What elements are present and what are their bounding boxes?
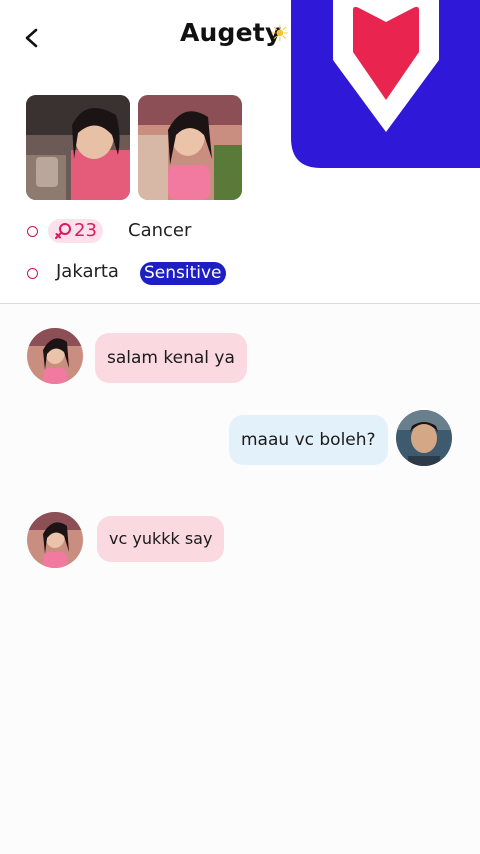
city-label: Jakarta bbox=[56, 261, 119, 282]
chevron-left-icon bbox=[25, 28, 38, 48]
sender-avatar[interactable] bbox=[27, 512, 83, 568]
message-bubble-incoming: vc yukkk say bbox=[97, 516, 225, 562]
profile-photo-2[interactable] bbox=[138, 95, 242, 200]
back-button[interactable] bbox=[20, 24, 46, 52]
app-logo bbox=[291, 0, 480, 168]
sender-avatar[interactable] bbox=[27, 328, 83, 384]
chat-area bbox=[0, 304, 480, 854]
message-bubble-incoming: salam kenal ya bbox=[95, 333, 247, 383]
bullet-icon bbox=[27, 226, 38, 237]
user-avatar[interactable] bbox=[396, 410, 452, 466]
title-emoji: ☀ bbox=[270, 22, 290, 47]
profile-header: Augety ☀ 23 Cancer Jakarta Sensitive bbox=[0, 0, 480, 300]
zodiac-label: Cancer bbox=[128, 220, 192, 241]
heart-shield-logo-icon bbox=[291, 0, 480, 168]
profile-photo-1[interactable] bbox=[26, 95, 130, 200]
female-symbol-icon bbox=[55, 223, 71, 239]
sensitive-badge: Sensitive bbox=[140, 262, 226, 285]
age-value: 23 bbox=[74, 220, 97, 241]
message-bubble-outgoing: maau vc boleh? bbox=[229, 415, 388, 465]
page-title: Augety bbox=[180, 18, 282, 47]
age-badge: 23 bbox=[48, 219, 103, 243]
bullet-icon bbox=[27, 268, 38, 279]
